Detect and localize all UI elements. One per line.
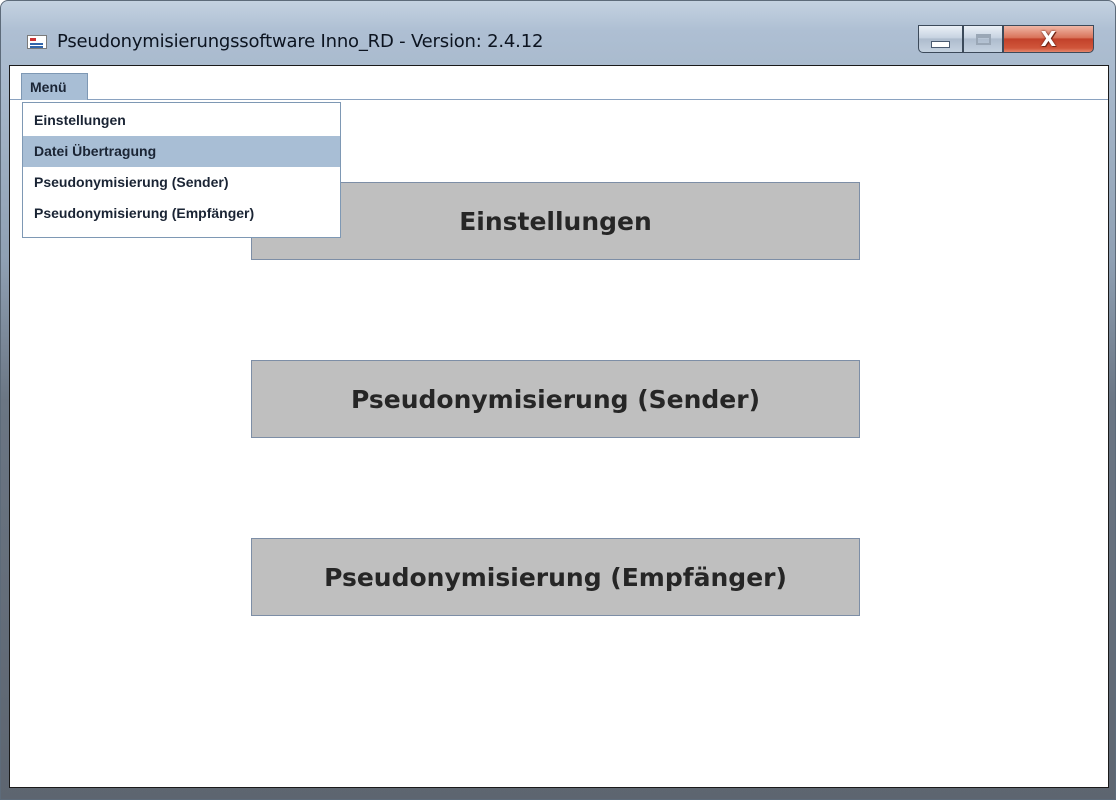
minimize-icon xyxy=(931,40,950,48)
maximize-button[interactable] xyxy=(963,25,1003,53)
menu-item-pseudonymization-receiver[interactable]: Pseudonymisierung (Empfänger) xyxy=(23,198,340,229)
menu-item-file-transfer[interactable]: Datei Übertragung xyxy=(23,136,340,167)
application-window: Pseudonymisierungssoftware Inno_RD - Ver… xyxy=(0,0,1116,800)
pseudonymization-receiver-button[interactable]: Pseudonymisierung (Empfänger) xyxy=(251,538,860,616)
close-button[interactable]: X xyxy=(1003,25,1094,53)
application-icon[interactable] xyxy=(27,35,47,49)
menu-dropdown: Einstellungen Datei Übertragung Pseudony… xyxy=(22,102,341,238)
minimize-button[interactable] xyxy=(918,25,963,53)
window-title: Pseudonymisierungssoftware Inno_RD - Ver… xyxy=(57,31,544,52)
settings-button[interactable]: Einstellungen xyxy=(251,182,860,260)
menu-item-menu[interactable]: Menü xyxy=(21,73,88,100)
menu-item-settings[interactable]: Einstellungen xyxy=(23,105,340,136)
title-bar[interactable]: Pseudonymisierungssoftware Inno_RD - Ver… xyxy=(1,1,1115,65)
close-icon: X xyxy=(1040,27,1057,51)
maximize-icon xyxy=(975,33,991,45)
menu-bar: Menü xyxy=(10,66,1108,100)
pseudonymization-sender-button[interactable]: Pseudonymisierung (Sender) xyxy=(251,360,860,438)
client-area: Menü Einstellungen Pseudonymisierung (Se… xyxy=(9,65,1109,788)
window-controls: X xyxy=(918,25,1101,59)
menu-item-pseudonymization-sender[interactable]: Pseudonymisierung (Sender) xyxy=(23,167,340,198)
